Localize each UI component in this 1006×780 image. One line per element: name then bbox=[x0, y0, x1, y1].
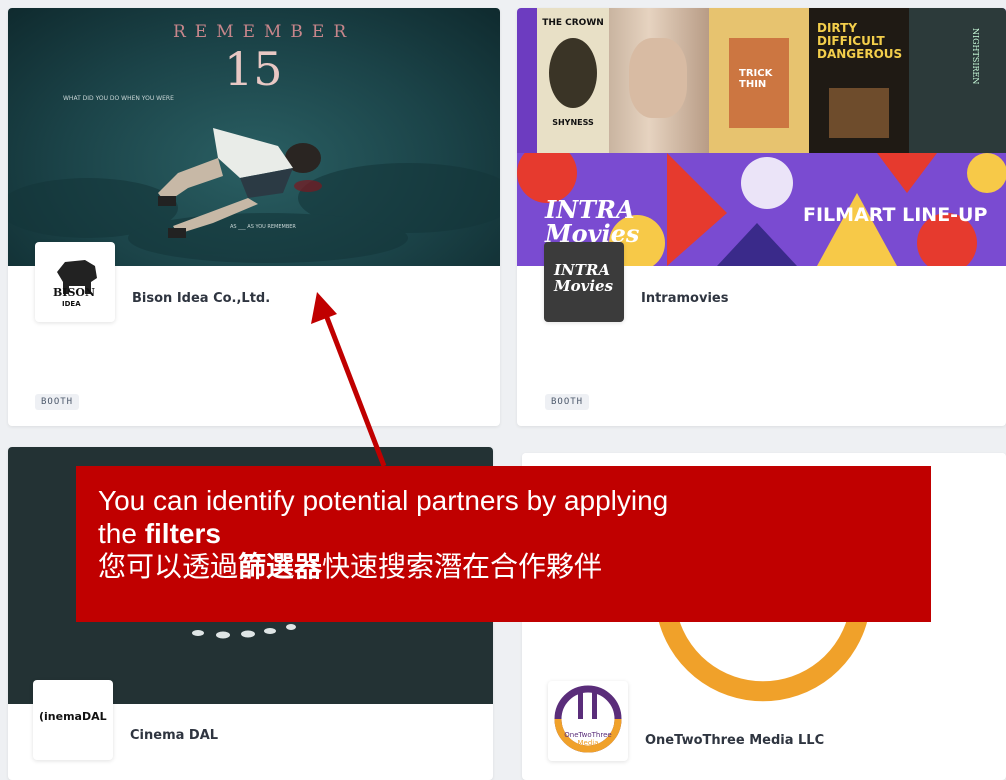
logo-text: (inemaDAL bbox=[39, 710, 107, 723]
company-logo[interactable]: (inemaDAL bbox=[33, 680, 113, 760]
company-logo[interactable]: INTRA Movies bbox=[544, 242, 624, 322]
logo-text-bison: BISON bbox=[53, 286, 96, 299]
banner-filmart: FILMART LINE-UP bbox=[803, 204, 988, 226]
poster-portrait bbox=[609, 8, 709, 153]
poster-dirty-difficult: DIRTY DIFFICULT DANGEROUS bbox=[809, 8, 909, 153]
poster-the-crown: THE CROWN SHYNESS bbox=[537, 8, 609, 153]
exhibitor-card-intramovies[interactable]: THE CROWN SHYNESS TRICK THIN DIRTY DIFFI… bbox=[517, 8, 1006, 426]
company-name[interactable]: Bison Idea Co.,Ltd. bbox=[132, 291, 270, 306]
poster-trick-thin: TRICK THIN bbox=[709, 8, 809, 153]
poster-nightsiren: NIGHTSIREN bbox=[909, 8, 1006, 153]
booth-tag: BOOTH bbox=[545, 394, 590, 410]
exhibitor-card-bison[interactable]: WHAT DID YOU DO WHEN YOU WERE AS ___ AS … bbox=[8, 8, 500, 426]
company-name[interactable]: Cinema DAL bbox=[130, 728, 218, 743]
poster-title-word: REMEMBER bbox=[173, 22, 356, 42]
callout-line-3: 您可以透過篩選器快速搜索潛在合作夥伴 bbox=[98, 551, 603, 582]
poster-bottom-line: AS ___ AS YOU REMEMBER bbox=[230, 224, 296, 230]
poster-tagline: WHAT DID YOU DO WHEN YOU WERE bbox=[63, 95, 174, 102]
poster-title-number: 15 bbox=[224, 42, 283, 96]
company-name[interactable]: Intramovies bbox=[641, 291, 728, 306]
company-logo[interactable]: BISON IDEA bbox=[35, 242, 115, 322]
logo-text: OneTwoThree Media bbox=[564, 731, 612, 747]
company-name[interactable]: OneTwoThree Media LLC bbox=[645, 733, 824, 748]
cover-image: THE CROWN SHYNESS TRICK THIN DIRTY DIFFI… bbox=[517, 8, 1006, 266]
logo-text: INTRA Movies bbox=[554, 261, 614, 295]
cover-image: WHAT DID YOU DO WHEN YOU WERE AS ___ AS … bbox=[8, 8, 500, 266]
callout-line-1: You can identify potential partners by a… bbox=[98, 485, 669, 516]
company-logo[interactable]: OneTwoThree Media bbox=[548, 681, 628, 761]
logo-text-idea: IDEA bbox=[62, 300, 81, 308]
callout-line-2: the filters bbox=[98, 518, 221, 549]
booth-tag: BOOTH bbox=[35, 394, 80, 410]
banner-brand: INTRA Movies bbox=[545, 195, 640, 248]
tooltip-callout: You can identify potential partners by a… bbox=[76, 466, 931, 622]
